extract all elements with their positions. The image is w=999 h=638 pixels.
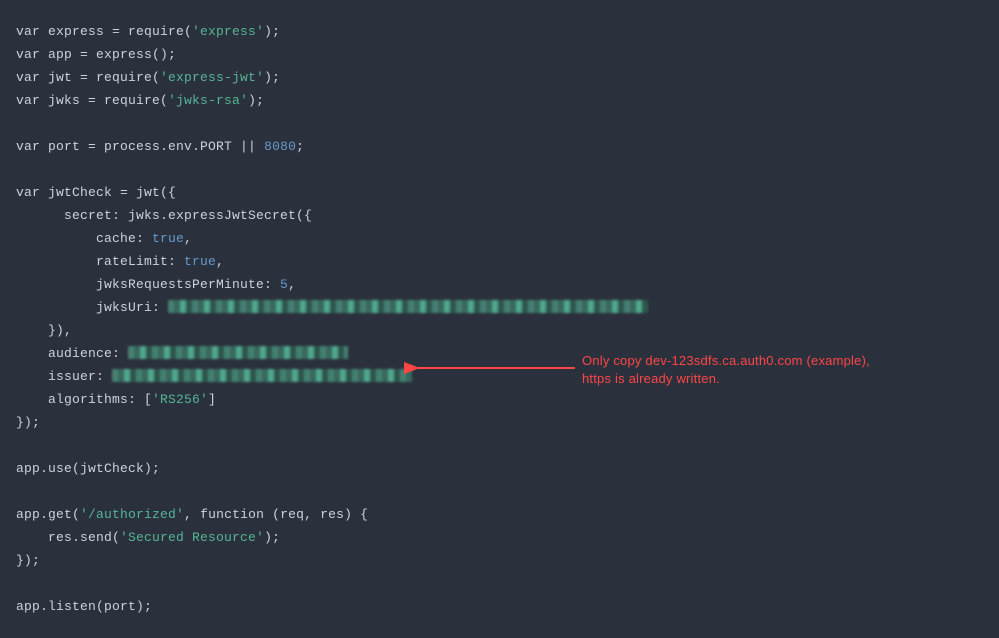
redacted-audience (128, 346, 348, 359)
redacted-issuer (112, 369, 412, 382)
annotation-arrow (410, 356, 580, 380)
redacted-jwks-uri (168, 300, 648, 313)
code-block: var express = require('express'); var ap… (0, 0, 999, 638)
annotation-text: Only copy dev-123sdfs.ca.auth0.com (exam… (582, 352, 870, 388)
